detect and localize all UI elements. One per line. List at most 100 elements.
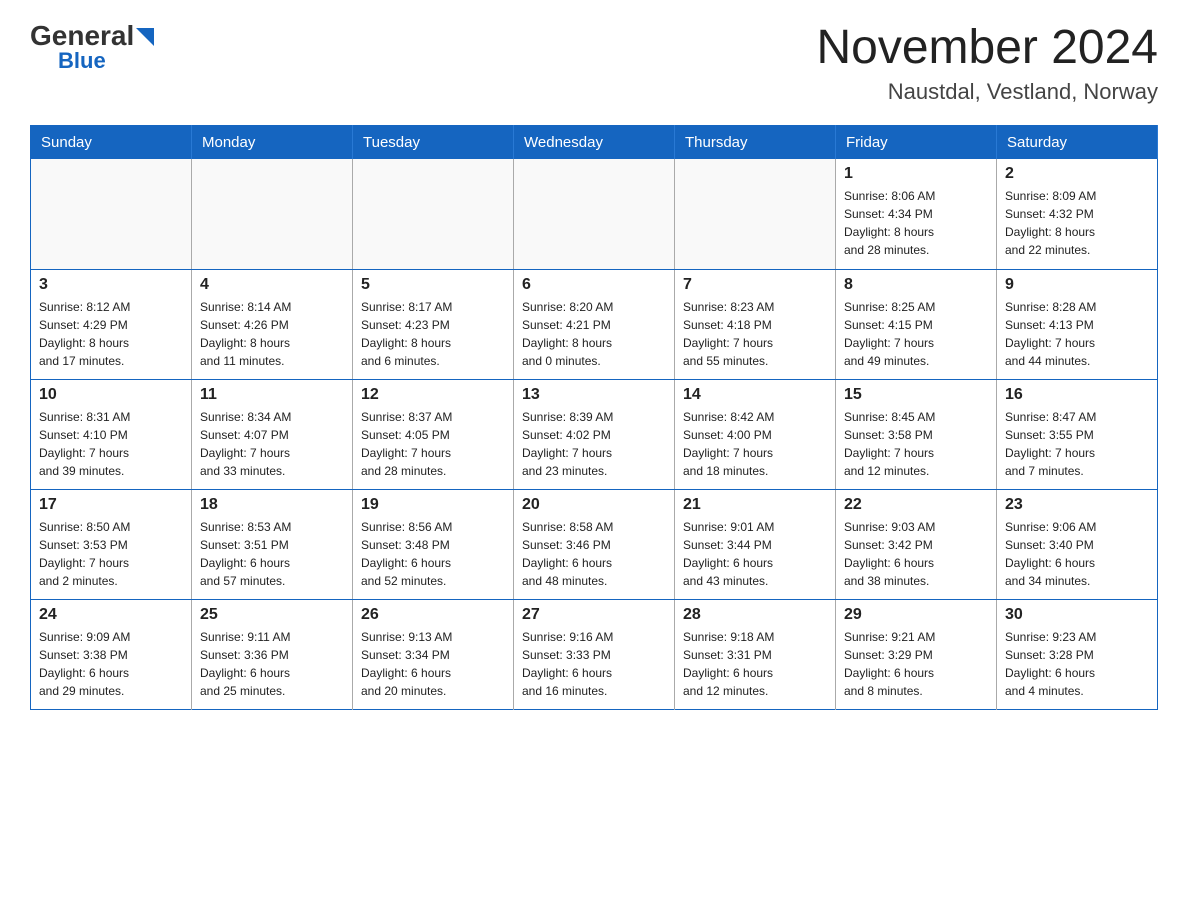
calendar-cell: 2 Sunrise: 8:09 AM Sunset: 4:32 PM Daylig… bbox=[997, 159, 1158, 269]
day-info: Sunrise: 8:17 AM Sunset: 4:23 PM Dayligh… bbox=[361, 298, 505, 370]
calendar-cell: 18Sunrise: 8:53 AM Sunset: 3:51 PM Dayli… bbox=[192, 489, 353, 599]
column-header-friday: Friday bbox=[836, 126, 997, 160]
day-number: 26 bbox=[361, 606, 505, 624]
calendar-cell: 22 Sunrise: 9:03 AM Sunset: 3:42 PM Dayli… bbox=[836, 489, 997, 599]
calendar-cell: 28 Sunrise: 9:18 AM Sunset: 3:31 PM Dayli… bbox=[675, 599, 836, 709]
day-info: Sunrise: 8:56 AM Sunset: 3:48 PM Dayligh… bbox=[361, 518, 505, 590]
column-header-saturday: Saturday bbox=[997, 126, 1158, 160]
calendar-cell: 5 Sunrise: 8:17 AM Sunset: 4:23 PM Daylig… bbox=[353, 269, 514, 379]
day-number: 29 bbox=[844, 606, 988, 624]
calendar-cell: 9 Sunrise: 8:28 AM Sunset: 4:13 PM Daylig… bbox=[997, 269, 1158, 379]
day-info: Sunrise: 8:31 AM Sunset: 4:10 PM Dayligh… bbox=[39, 408, 183, 480]
day-number: 7 bbox=[683, 276, 827, 294]
day-info: Sunrise: 8:12 AM Sunset: 4:29 PM Dayligh… bbox=[39, 298, 183, 370]
day-info: Sunrise: 8:06 AM Sunset: 4:34 PM Dayligh… bbox=[844, 187, 988, 259]
day-info: Sunrise: 9:23 AM Sunset: 3:28 PM Dayligh… bbox=[1005, 628, 1149, 700]
day-number: 20 bbox=[522, 496, 666, 514]
day-info: Sunrise: 9:06 AM Sunset: 3:40 PM Dayligh… bbox=[1005, 518, 1149, 590]
day-info: Sunrise: 8:34 AM Sunset: 4:07 PM Dayligh… bbox=[200, 408, 344, 480]
day-number: 17 bbox=[39, 496, 183, 514]
calendar-cell: 27Sunrise: 9:16 AM Sunset: 3:33 PM Dayli… bbox=[514, 599, 675, 709]
day-number: 21 bbox=[683, 496, 827, 514]
day-info: Sunrise: 8:23 AM Sunset: 4:18 PM Dayligh… bbox=[683, 298, 827, 370]
calendar-cell: 15Sunrise: 8:45 AM Sunset: 3:58 PM Dayli… bbox=[836, 379, 997, 489]
calendar-cell: 24Sunrise: 9:09 AM Sunset: 3:38 PM Dayli… bbox=[31, 599, 192, 709]
day-info: Sunrise: 8:09 AM Sunset: 4:32 PM Dayligh… bbox=[1005, 187, 1149, 259]
day-info: Sunrise: 8:50 AM Sunset: 3:53 PM Dayligh… bbox=[39, 518, 183, 590]
day-number: 3 bbox=[39, 276, 183, 294]
calendar-cell: 26Sunrise: 9:13 AM Sunset: 3:34 PM Dayli… bbox=[353, 599, 514, 709]
day-number: 23 bbox=[1005, 496, 1149, 514]
calendar-header-row: SundayMondayTuesdayWednesdayThursdayFrid… bbox=[31, 126, 1158, 160]
day-number: 2 bbox=[1005, 165, 1149, 183]
calendar-cell: 6Sunrise: 8:20 AM Sunset: 4:21 PM Daylig… bbox=[514, 269, 675, 379]
day-number: 28 bbox=[683, 606, 827, 624]
logo-arrow-icon bbox=[136, 28, 154, 46]
calendar-cell: 20 Sunrise: 8:58 AM Sunset: 3:46 PM Dayli… bbox=[514, 489, 675, 599]
day-number: 30 bbox=[1005, 606, 1149, 624]
column-header-tuesday: Tuesday bbox=[353, 126, 514, 160]
day-number: 9 bbox=[1005, 276, 1149, 294]
location-subtitle: Naustdal, Vestland, Norway bbox=[816, 79, 1158, 105]
calendar-cell: 8 Sunrise: 8:25 AM Sunset: 4:15 PM Daylig… bbox=[836, 269, 997, 379]
page-header: General Blue November 2024 Naustdal, Ves… bbox=[30, 20, 1158, 105]
calendar-cell: 12 Sunrise: 8:37 AM Sunset: 4:05 PM Dayli… bbox=[353, 379, 514, 489]
day-info: Sunrise: 8:25 AM Sunset: 4:15 PM Dayligh… bbox=[844, 298, 988, 370]
calendar-week-row: 1 Sunrise: 8:06 AM Sunset: 4:34 PM Daylig… bbox=[31, 159, 1158, 269]
column-header-wednesday: Wednesday bbox=[514, 126, 675, 160]
day-number: 10 bbox=[39, 386, 183, 404]
calendar-cell: 17 Sunrise: 8:50 AM Sunset: 3:53 PM Dayli… bbox=[31, 489, 192, 599]
day-number: 22 bbox=[844, 496, 988, 514]
calendar-week-row: 24Sunrise: 9:09 AM Sunset: 3:38 PM Dayli… bbox=[31, 599, 1158, 709]
day-number: 14 bbox=[683, 386, 827, 404]
calendar-cell: 13Sunrise: 8:39 AM Sunset: 4:02 PM Dayli… bbox=[514, 379, 675, 489]
day-number: 4 bbox=[200, 276, 344, 294]
day-info: Sunrise: 9:03 AM Sunset: 3:42 PM Dayligh… bbox=[844, 518, 988, 590]
calendar-cell: 4 Sunrise: 8:14 AM Sunset: 4:26 PM Daylig… bbox=[192, 269, 353, 379]
calendar-cell: 1 Sunrise: 8:06 AM Sunset: 4:34 PM Daylig… bbox=[836, 159, 997, 269]
calendar-week-row: 10 Sunrise: 8:31 AM Sunset: 4:10 PM Dayli… bbox=[31, 379, 1158, 489]
calendar-cell: 19Sunrise: 8:56 AM Sunset: 3:48 PM Dayli… bbox=[353, 489, 514, 599]
day-info: Sunrise: 8:14 AM Sunset: 4:26 PM Dayligh… bbox=[200, 298, 344, 370]
day-info: Sunrise: 9:18 AM Sunset: 3:31 PM Dayligh… bbox=[683, 628, 827, 700]
calendar-cell: 16Sunrise: 8:47 AM Sunset: 3:55 PM Dayli… bbox=[997, 379, 1158, 489]
calendar-cell bbox=[675, 159, 836, 269]
calendar-cell bbox=[514, 159, 675, 269]
day-number: 13 bbox=[522, 386, 666, 404]
day-number: 25 bbox=[200, 606, 344, 624]
calendar-table: SundayMondayTuesdayWednesdayThursdayFrid… bbox=[30, 125, 1158, 710]
main-title: November 2024 bbox=[816, 20, 1158, 75]
column-header-sunday: Sunday bbox=[31, 126, 192, 160]
day-number: 12 bbox=[361, 386, 505, 404]
day-info: Sunrise: 8:37 AM Sunset: 4:05 PM Dayligh… bbox=[361, 408, 505, 480]
day-info: Sunrise: 8:20 AM Sunset: 4:21 PM Dayligh… bbox=[522, 298, 666, 370]
calendar-cell: 21Sunrise: 9:01 AM Sunset: 3:44 PM Dayli… bbox=[675, 489, 836, 599]
column-header-monday: Monday bbox=[192, 126, 353, 160]
calendar-cell: 10 Sunrise: 8:31 AM Sunset: 4:10 PM Dayli… bbox=[31, 379, 192, 489]
day-number: 5 bbox=[361, 276, 505, 294]
calendar-cell: 30 Sunrise: 9:23 AM Sunset: 3:28 PM Dayli… bbox=[997, 599, 1158, 709]
calendar-cell: 25 Sunrise: 9:11 AM Sunset: 3:36 PM Dayli… bbox=[192, 599, 353, 709]
day-number: 24 bbox=[39, 606, 183, 624]
day-number: 27 bbox=[522, 606, 666, 624]
day-number: 1 bbox=[844, 165, 988, 183]
day-info: Sunrise: 8:45 AM Sunset: 3:58 PM Dayligh… bbox=[844, 408, 988, 480]
column-header-thursday: Thursday bbox=[675, 126, 836, 160]
day-info: Sunrise: 9:11 AM Sunset: 3:36 PM Dayligh… bbox=[200, 628, 344, 700]
calendar-cell: 14Sunrise: 8:42 AM Sunset: 4:00 PM Dayli… bbox=[675, 379, 836, 489]
day-number: 8 bbox=[844, 276, 988, 294]
calendar-cell bbox=[353, 159, 514, 269]
calendar-cell: 3 Sunrise: 8:12 AM Sunset: 4:29 PM Daylig… bbox=[31, 269, 192, 379]
day-number: 11 bbox=[200, 386, 344, 404]
day-info: Sunrise: 8:28 AM Sunset: 4:13 PM Dayligh… bbox=[1005, 298, 1149, 370]
day-info: Sunrise: 9:21 AM Sunset: 3:29 PM Dayligh… bbox=[844, 628, 988, 700]
calendar-cell: 11 Sunrise: 8:34 AM Sunset: 4:07 PM Dayli… bbox=[192, 379, 353, 489]
title-block: November 2024 Naustdal, Vestland, Norway bbox=[816, 20, 1158, 105]
calendar-cell: 7 Sunrise: 8:23 AM Sunset: 4:18 PM Daylig… bbox=[675, 269, 836, 379]
day-number: 18 bbox=[200, 496, 344, 514]
calendar-week-row: 17 Sunrise: 8:50 AM Sunset: 3:53 PM Dayli… bbox=[31, 489, 1158, 599]
day-number: 16 bbox=[1005, 386, 1149, 404]
calendar-cell: 29 Sunrise: 9:21 AM Sunset: 3:29 PM Dayli… bbox=[836, 599, 997, 709]
logo-blue-text: Blue bbox=[58, 48, 106, 74]
day-info: Sunrise: 8:58 AM Sunset: 3:46 PM Dayligh… bbox=[522, 518, 666, 590]
